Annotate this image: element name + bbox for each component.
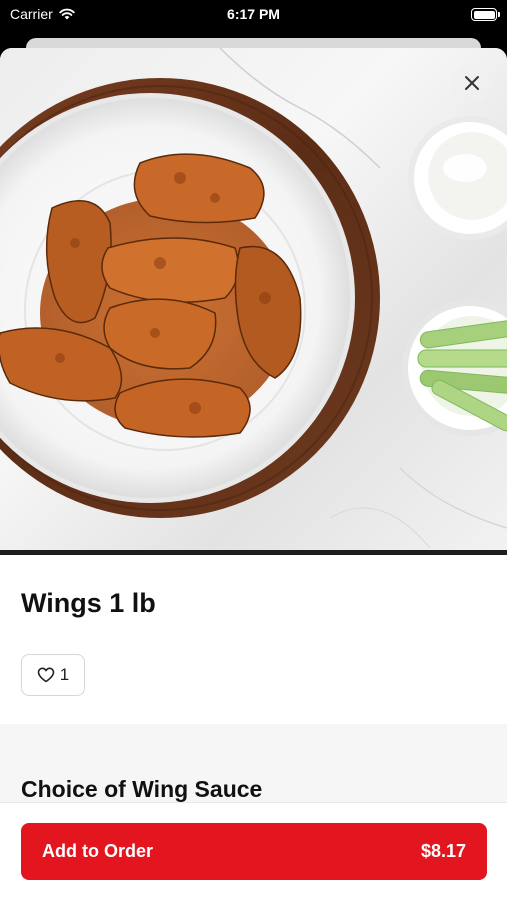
order-footer: Add to Order $8.17 <box>0 802 507 900</box>
add-to-order-label: Add to Order <box>42 841 153 861</box>
status-time: 6:17 PM <box>227 6 280 22</box>
battery-icon <box>471 8 500 21</box>
item-title: Wings 1 lb <box>21 588 156 618</box>
like-count: 1 <box>59 665 70 684</box>
heart-icon <box>37 667 55 683</box>
like-button[interactable]: 1 <box>21 654 85 696</box>
add-to-order-button[interactable]: Add to Order $8.17 <box>21 823 487 880</box>
item-detail-sheet: Wings 1 lb 1 Choice of Wing Sauce Add to… <box>0 48 507 900</box>
hero-image <box>0 48 507 553</box>
close-button[interactable] <box>453 64 491 102</box>
order-price: $8.17 <box>420 841 466 861</box>
hero-divider <box>0 550 507 555</box>
status-bar: Carrier 6:17 PM <box>0 0 507 30</box>
buffalo-wings-photo <box>0 48 507 549</box>
close-icon <box>465 76 479 90</box>
section-title-wing-sauce: Choice of Wing Sauce <box>21 776 263 802</box>
